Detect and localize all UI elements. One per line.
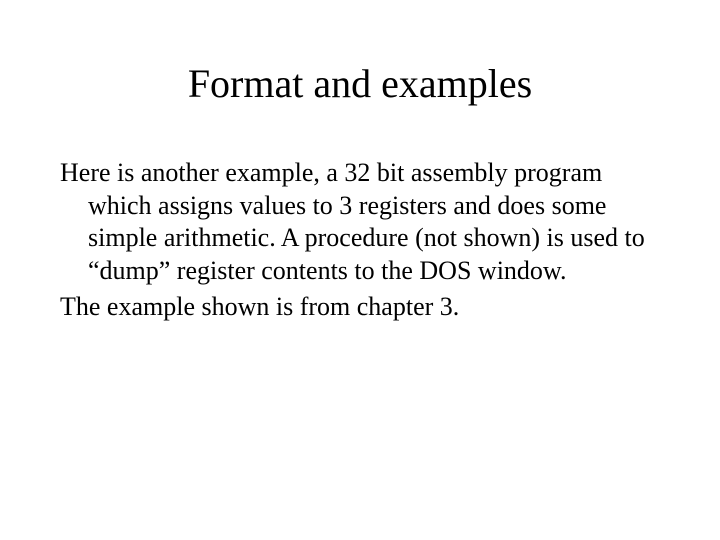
slide-title: Format and examples xyxy=(0,0,720,107)
paragraph-2: The example shown is from chapter 3. xyxy=(60,291,660,324)
paragraph-1: Here is another example, a 32 bit assemb… xyxy=(60,157,660,287)
slide-body: Here is another example, a 32 bit assemb… xyxy=(0,107,720,324)
slide: Format and examples Here is another exam… xyxy=(0,0,720,540)
